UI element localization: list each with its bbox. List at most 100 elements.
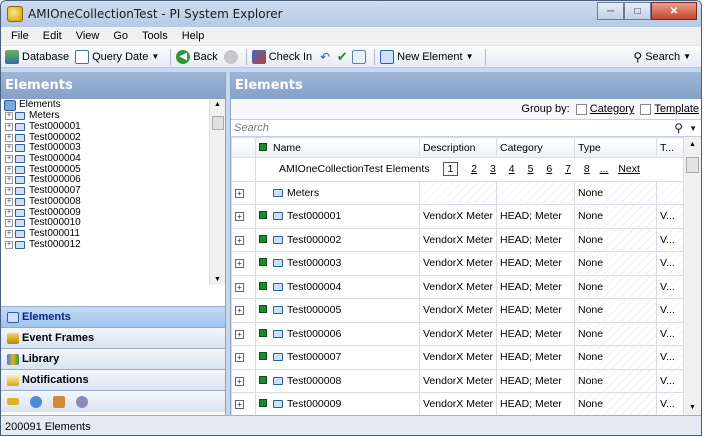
table-row[interactable]: + Meters None bbox=[231, 180, 683, 205]
column-header-type[interactable]: Type bbox=[574, 137, 657, 158]
nav-library[interactable]: Library bbox=[1, 348, 225, 369]
back-button[interactable]: ◀ Back bbox=[176, 49, 218, 64]
refresh-icon[interactable] bbox=[352, 49, 367, 64]
row-expand-cell[interactable]: + bbox=[231, 204, 256, 229]
template-cell[interactable]: V... bbox=[656, 204, 683, 229]
name-cell[interactable]: Test000001 bbox=[255, 204, 420, 229]
close-button[interactable]: ✕ bbox=[651, 2, 697, 20]
menu-help[interactable]: Help bbox=[182, 30, 205, 42]
type-cell[interactable]: None bbox=[574, 298, 657, 323]
type-cell[interactable]: None bbox=[574, 180, 657, 205]
tree-item[interactable]: + Test000001 bbox=[1, 122, 209, 133]
type-cell[interactable]: None bbox=[574, 227, 657, 252]
new-element-button[interactable]: New Element ▼ bbox=[380, 49, 474, 64]
globe-icon[interactable] bbox=[30, 395, 42, 408]
users-icon[interactable] bbox=[53, 395, 65, 408]
menu-file[interactable]: File bbox=[11, 30, 29, 42]
template-cell[interactable] bbox=[656, 180, 683, 205]
expand-icon[interactable]: + bbox=[5, 208, 13, 217]
category-checkbox[interactable] bbox=[575, 103, 587, 115]
scrollbar-thumb[interactable] bbox=[212, 116, 224, 130]
category-cell[interactable]: HEAD; Meter bbox=[496, 204, 575, 229]
menu-go[interactable]: Go bbox=[113, 30, 128, 42]
type-cell[interactable]: None bbox=[574, 251, 657, 276]
name-cell[interactable]: Meters bbox=[255, 180, 420, 205]
expand-icon[interactable]: + bbox=[5, 176, 13, 185]
name-cell[interactable]: Test000003 bbox=[255, 251, 420, 276]
table-row[interactable]: + Test000003 VendorX Meter ...HEAD; MeterN… bbox=[231, 251, 683, 276]
tree-item[interactable]: + Test000004 bbox=[1, 154, 209, 165]
description-cell[interactable] bbox=[419, 180, 497, 205]
name-cell[interactable]: Test000008 bbox=[255, 368, 420, 393]
row-expand-cell[interactable]: + bbox=[231, 180, 256, 205]
expand-icon[interactable]: + bbox=[235, 329, 244, 339]
expand-icon[interactable]: + bbox=[235, 259, 244, 269]
expand-icon[interactable]: + bbox=[5, 165, 13, 174]
query-date-button[interactable]: Query Date ▼ bbox=[75, 49, 159, 64]
menu-edit[interactable]: Edit bbox=[43, 30, 62, 42]
chevron-down-icon[interactable]: ▼ bbox=[689, 124, 697, 133]
minimize-button[interactable]: ─ bbox=[597, 2, 624, 20]
category-cell[interactable]: HEAD; Meter bbox=[496, 227, 575, 252]
type-cell[interactable]: None bbox=[574, 368, 657, 393]
category-cell[interactable]: HEAD; Meter bbox=[496, 345, 575, 370]
type-cell[interactable]: None bbox=[574, 392, 657, 415]
category-cell[interactable]: HEAD; Meter bbox=[496, 274, 575, 299]
page-current[interactable]: 1 bbox=[442, 162, 459, 177]
category-cell[interactable] bbox=[496, 180, 575, 205]
expand-icon[interactable]: + bbox=[5, 144, 13, 153]
expand-icon[interactable]: + bbox=[235, 400, 244, 410]
grid-scrollbar[interactable]: ▲ ▼ bbox=[683, 137, 701, 415]
title-bar[interactable]: AMIOneCollectionTest - PI System Explore… bbox=[1, 1, 701, 27]
page-link[interactable]: 7 bbox=[565, 163, 571, 175]
row-expand-cell[interactable]: + bbox=[231, 298, 256, 323]
battery-icon[interactable] bbox=[7, 398, 19, 405]
page-link[interactable]: 8 bbox=[584, 163, 590, 175]
tree-root[interactable]: Elements bbox=[1, 99, 209, 111]
template-checkbox[interactable] bbox=[640, 103, 652, 115]
row-expand-cell[interactable]: + bbox=[231, 274, 256, 299]
expand-icon[interactable]: + bbox=[5, 229, 13, 238]
tree-item[interactable]: + Test000008 bbox=[1, 196, 209, 208]
description-cell[interactable]: VendorX Meter ... bbox=[419, 368, 497, 393]
scroll-down-icon[interactable]: ▼ bbox=[689, 404, 696, 411]
menu-tools[interactable]: Tools bbox=[142, 30, 168, 42]
template-cell[interactable]: V... bbox=[656, 274, 683, 299]
category-cell[interactable]: HEAD; Meter bbox=[496, 298, 575, 323]
scroll-down-icon[interactable]: ▼ bbox=[214, 276, 221, 283]
type-cell[interactable]: None bbox=[574, 345, 657, 370]
menu-view[interactable]: View bbox=[76, 30, 100, 42]
page-link[interactable]: 4 bbox=[509, 163, 515, 175]
category-cell[interactable]: HEAD; Meter bbox=[496, 321, 575, 346]
row-expand-cell[interactable]: + bbox=[231, 392, 256, 415]
search-button[interactable]: ⚲ Search ▼ bbox=[633, 50, 691, 64]
expand-icon[interactable]: + bbox=[235, 235, 244, 245]
tree-item[interactable]: + Test000012 bbox=[1, 239, 209, 250]
forward-arrow-icon[interactable] bbox=[223, 49, 238, 64]
description-cell[interactable]: VendorX Meter ... bbox=[419, 345, 497, 370]
table-row[interactable]: + Test000004 VendorX Meter ...HEAD; MeterN… bbox=[231, 274, 683, 299]
nav-elements[interactable]: Elements bbox=[1, 306, 225, 327]
template-cell[interactable]: V... bbox=[656, 392, 683, 415]
row-expand-cell[interactable]: + bbox=[231, 368, 256, 393]
tree-item[interactable]: + Test000010 bbox=[1, 218, 209, 229]
name-cell[interactable]: Test000007 bbox=[255, 345, 420, 370]
table-row[interactable]: + Test000001 VendorX Meter ...HEAD; MeterN… bbox=[231, 204, 683, 229]
expand-icon[interactable]: + bbox=[5, 240, 13, 249]
name-cell[interactable]: Test000009 bbox=[255, 392, 420, 415]
search-icon[interactable]: ⚲ bbox=[674, 121, 683, 135]
page-link[interactable]: 2 bbox=[471, 163, 477, 175]
tree-item[interactable]: + Test000011 bbox=[1, 228, 209, 240]
name-cell[interactable]: Test000004 bbox=[255, 274, 420, 299]
table-row[interactable]: + Test000005 VendorX Meter ...HEAD; MeterN… bbox=[231, 298, 683, 323]
description-cell[interactable]: VendorX Meter ... bbox=[419, 274, 497, 299]
table-row[interactable]: + Test000008 VendorX Meter ...HEAD; MeterN… bbox=[231, 368, 683, 393]
search-input[interactable]: Search ⚲ ▼ bbox=[231, 119, 701, 137]
name-cell[interactable]: Test000006 bbox=[255, 321, 420, 346]
description-cell[interactable]: VendorX Meter ... bbox=[419, 204, 497, 229]
template-cell[interactable]: V... bbox=[656, 345, 683, 370]
type-cell[interactable]: None bbox=[574, 321, 657, 346]
category-cell[interactable]: HEAD; Meter bbox=[496, 251, 575, 276]
table-row[interactable]: + Test000002 VendorX Meter ...HEAD; MeterN… bbox=[231, 227, 683, 252]
expand-icon[interactable]: + bbox=[235, 212, 244, 222]
